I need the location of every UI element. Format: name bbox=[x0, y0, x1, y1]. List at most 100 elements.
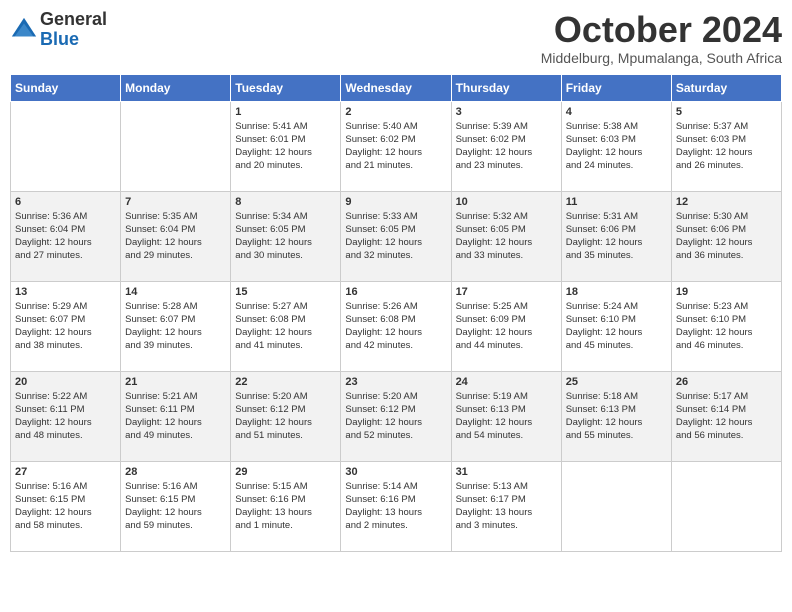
day-info: Sunrise: 5:25 AM Sunset: 6:09 PM Dayligh… bbox=[456, 300, 557, 353]
calendar-cell bbox=[11, 101, 121, 191]
calendar-cell: 17 Sunrise: 5:25 AM Sunset: 6:09 PM Dayli… bbox=[451, 281, 561, 371]
day-info: Sunrise: 5:15 AM Sunset: 6:16 PM Dayligh… bbox=[235, 480, 336, 533]
day-number: 1 bbox=[235, 106, 336, 118]
day-info: Sunrise: 5:35 AM Sunset: 6:04 PM Dayligh… bbox=[125, 210, 226, 263]
day-info: Sunrise: 5:30 AM Sunset: 6:06 PM Dayligh… bbox=[676, 210, 777, 263]
day-number: 7 bbox=[125, 196, 226, 208]
day-info: Sunrise: 5:14 AM Sunset: 6:16 PM Dayligh… bbox=[345, 480, 446, 533]
day-info: Sunrise: 5:22 AM Sunset: 6:11 PM Dayligh… bbox=[15, 390, 116, 443]
day-number: 5 bbox=[676, 106, 777, 118]
calendar-cell: 30 Sunrise: 5:14 AM Sunset: 6:16 PM Dayli… bbox=[341, 461, 451, 551]
day-info: Sunrise: 5:28 AM Sunset: 6:07 PM Dayligh… bbox=[125, 300, 226, 353]
calendar-cell: 19Sunrise: 5:23 AM Sunset: 6:10 PM Dayli… bbox=[671, 281, 781, 371]
calendar-cell: 13 Sunrise: 5:29 AM Sunset: 6:07 PM Dayli… bbox=[11, 281, 121, 371]
day-header-tuesday: Tuesday bbox=[231, 74, 341, 101]
calendar-cell: 2 Sunrise: 5:40 AM Sunset: 6:02 PM Daylig… bbox=[341, 101, 451, 191]
day-number: 27 bbox=[15, 466, 116, 478]
day-header-sunday: Sunday bbox=[11, 74, 121, 101]
calendar-header: SundayMondayTuesdayWednesdayThursdayFrid… bbox=[11, 74, 782, 101]
calendar-cell: 1 Sunrise: 5:41 AM Sunset: 6:01 PM Daylig… bbox=[231, 101, 341, 191]
day-info: Sunrise: 5:23 AM Sunset: 6:10 PM Dayligh… bbox=[676, 300, 777, 353]
calendar-cell bbox=[671, 461, 781, 551]
day-number: 26 bbox=[676, 376, 777, 388]
day-info: Sunrise: 5:13 AM Sunset: 6:17 PM Dayligh… bbox=[456, 480, 557, 533]
calendar-cell: 20 Sunrise: 5:22 AM Sunset: 6:11 PM Dayli… bbox=[11, 371, 121, 461]
calendar-cell: 10Sunrise: 5:32 AM Sunset: 6:05 PM Dayli… bbox=[451, 191, 561, 281]
calendar-body: 1 Sunrise: 5:41 AM Sunset: 6:01 PM Daylig… bbox=[11, 101, 782, 551]
logo-text: General Blue bbox=[40, 10, 107, 50]
calendar-cell: 24 Sunrise: 5:19 AM Sunset: 6:13 PM Dayli… bbox=[451, 371, 561, 461]
calendar-cell: 18 Sunrise: 5:24 AM Sunset: 6:10 PM Dayli… bbox=[561, 281, 671, 371]
day-number: 29 bbox=[235, 466, 336, 478]
day-info: Sunrise: 5:41 AM Sunset: 6:01 PM Dayligh… bbox=[235, 120, 336, 173]
calendar-cell: 12 Sunrise: 5:30 AM Sunset: 6:06 PM Dayli… bbox=[671, 191, 781, 281]
day-header-wednesday: Wednesday bbox=[341, 74, 451, 101]
calendar-cell: 11 Sunrise: 5:31 AM Sunset: 6:06 PM Dayli… bbox=[561, 191, 671, 281]
day-info: Sunrise: 5:19 AM Sunset: 6:13 PM Dayligh… bbox=[456, 390, 557, 443]
day-info: Sunrise: 5:20 AM Sunset: 6:12 PM Dayligh… bbox=[345, 390, 446, 443]
calendar-cell: 9 Sunrise: 5:33 AM Sunset: 6:05 PM Daylig… bbox=[341, 191, 451, 281]
day-number: 23 bbox=[345, 376, 446, 388]
day-number: 2 bbox=[345, 106, 446, 118]
day-number: 3 bbox=[456, 106, 557, 118]
day-info: Sunrise: 5:20 AM Sunset: 6:12 PM Dayligh… bbox=[235, 390, 336, 443]
day-info: Sunrise: 5:38 AM Sunset: 6:03 PM Dayligh… bbox=[566, 120, 667, 173]
location-subtitle: Middelburg, Mpumalanga, South Africa bbox=[541, 50, 782, 66]
day-info: Sunrise: 5:29 AM Sunset: 6:07 PM Dayligh… bbox=[15, 300, 116, 353]
title-block: October 2024 Middelburg, Mpumalanga, Sou… bbox=[541, 10, 782, 66]
day-number: 12 bbox=[676, 196, 777, 208]
calendar-cell bbox=[561, 461, 671, 551]
day-info: Sunrise: 5:40 AM Sunset: 6:02 PM Dayligh… bbox=[345, 120, 446, 173]
calendar-cell: 27 Sunrise: 5:16 AM Sunset: 6:15 PM Dayli… bbox=[11, 461, 121, 551]
day-number: 13 bbox=[15, 286, 116, 298]
day-info: Sunrise: 5:18 AM Sunset: 6:13 PM Dayligh… bbox=[566, 390, 667, 443]
logo-blue: Blue bbox=[40, 29, 79, 49]
calendar-cell: 21Sunrise: 5:21 AM Sunset: 6:11 PM Dayli… bbox=[121, 371, 231, 461]
calendar-cell: 6 Sunrise: 5:36 AM Sunset: 6:04 PM Daylig… bbox=[11, 191, 121, 281]
day-info: Sunrise: 5:31 AM Sunset: 6:06 PM Dayligh… bbox=[566, 210, 667, 263]
calendar-cell: 7 Sunrise: 5:35 AM Sunset: 6:04 PM Daylig… bbox=[121, 191, 231, 281]
calendar-cell: 29 Sunrise: 5:15 AM Sunset: 6:16 PM Dayli… bbox=[231, 461, 341, 551]
day-number: 17 bbox=[456, 286, 557, 298]
day-number: 4 bbox=[566, 106, 667, 118]
day-info: Sunrise: 5:16 AM Sunset: 6:15 PM Dayligh… bbox=[15, 480, 116, 533]
calendar-cell bbox=[121, 101, 231, 191]
day-number: 22 bbox=[235, 376, 336, 388]
day-number: 11 bbox=[566, 196, 667, 208]
day-number: 25 bbox=[566, 376, 667, 388]
day-number: 14 bbox=[125, 286, 226, 298]
calendar-cell: 5 Sunrise: 5:37 AM Sunset: 6:03 PM Daylig… bbox=[671, 101, 781, 191]
week-row-5: 27 Sunrise: 5:16 AM Sunset: 6:15 PM Dayli… bbox=[11, 461, 782, 551]
day-info: Sunrise: 5:34 AM Sunset: 6:05 PM Dayligh… bbox=[235, 210, 336, 263]
day-info: Sunrise: 5:24 AM Sunset: 6:10 PM Dayligh… bbox=[566, 300, 667, 353]
calendar-cell: 26Sunrise: 5:17 AM Sunset: 6:14 PM Dayli… bbox=[671, 371, 781, 461]
calendar-cell: 25 Sunrise: 5:18 AM Sunset: 6:13 PM Dayli… bbox=[561, 371, 671, 461]
logo: General Blue bbox=[10, 10, 107, 50]
day-header-monday: Monday bbox=[121, 74, 231, 101]
day-info: Sunrise: 5:26 AM Sunset: 6:08 PM Dayligh… bbox=[345, 300, 446, 353]
day-info: Sunrise: 5:27 AM Sunset: 6:08 PM Dayligh… bbox=[235, 300, 336, 353]
day-number: 24 bbox=[456, 376, 557, 388]
day-info: Sunrise: 5:33 AM Sunset: 6:05 PM Dayligh… bbox=[345, 210, 446, 263]
logo-general: General bbox=[40, 9, 107, 29]
week-row-3: 13 Sunrise: 5:29 AM Sunset: 6:07 PM Dayli… bbox=[11, 281, 782, 371]
day-info: Sunrise: 5:32 AM Sunset: 6:05 PM Dayligh… bbox=[456, 210, 557, 263]
week-row-2: 6 Sunrise: 5:36 AM Sunset: 6:04 PM Daylig… bbox=[11, 191, 782, 281]
day-info: Sunrise: 5:36 AM Sunset: 6:04 PM Dayligh… bbox=[15, 210, 116, 263]
day-info: Sunrise: 5:21 AM Sunset: 6:11 PM Dayligh… bbox=[125, 390, 226, 443]
calendar-cell: 14 Sunrise: 5:28 AM Sunset: 6:07 PM Dayli… bbox=[121, 281, 231, 371]
day-number: 31 bbox=[456, 466, 557, 478]
day-number: 15 bbox=[235, 286, 336, 298]
day-number: 18 bbox=[566, 286, 667, 298]
day-header-thursday: Thursday bbox=[451, 74, 561, 101]
week-row-4: 20 Sunrise: 5:22 AM Sunset: 6:11 PM Dayli… bbox=[11, 371, 782, 461]
day-info: Sunrise: 5:37 AM Sunset: 6:03 PM Dayligh… bbox=[676, 120, 777, 173]
day-number: 30 bbox=[345, 466, 446, 478]
page-header: General Blue October 2024 Middelburg, Mp… bbox=[10, 10, 782, 66]
day-number: 6 bbox=[15, 196, 116, 208]
day-number: 28 bbox=[125, 466, 226, 478]
day-number: 16 bbox=[345, 286, 446, 298]
day-number: 20 bbox=[15, 376, 116, 388]
day-info: Sunrise: 5:39 AM Sunset: 6:02 PM Dayligh… bbox=[456, 120, 557, 173]
day-number: 9 bbox=[345, 196, 446, 208]
